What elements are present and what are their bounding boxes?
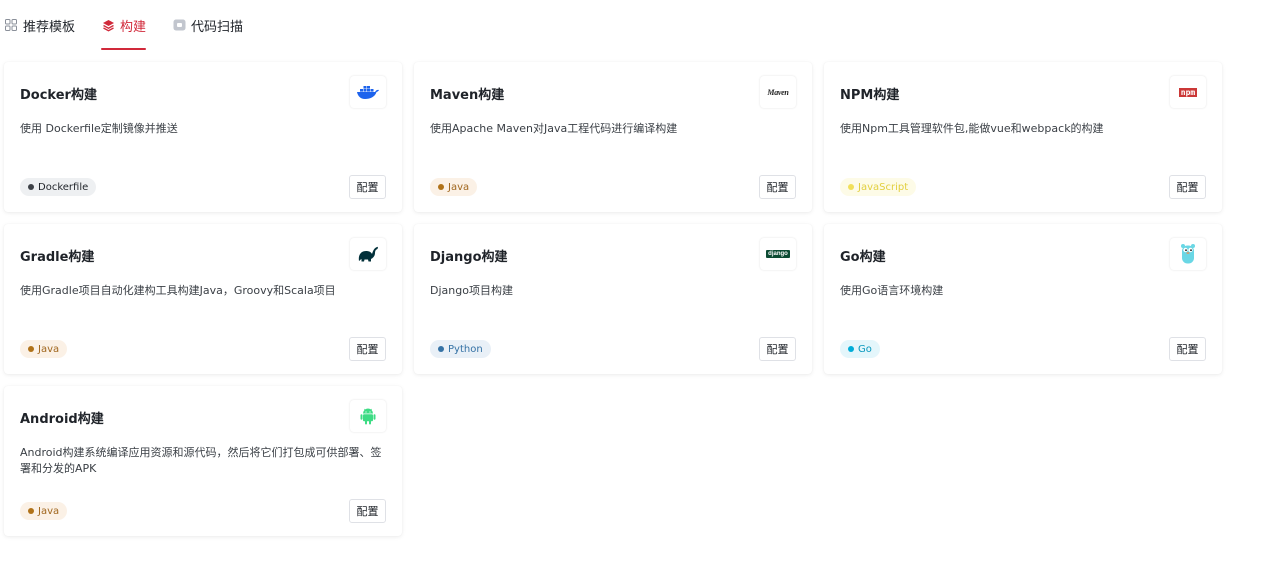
configure-button[interactable]: 配置 [349,175,386,199]
tag-dot [438,346,444,352]
docker-logo-icon [350,76,386,108]
tag-label: Java [448,181,470,193]
card-title: Maven构建 [430,88,505,103]
logo-text: npm [1178,87,1198,97]
template-card-npm: NPM构建 npm 使用Npm工具管理软件包,能做vue和webpack的构建 … [824,62,1222,212]
django-logo-icon: django [760,238,796,270]
go-logo-icon [1170,238,1206,270]
card-title: Django构建 [430,250,508,265]
tag-label: Java [38,505,60,517]
tag-dot [28,346,34,352]
template-card-gradle: Gradle构建 使用Gradle项目自动化建构工具构建Java，Groovy和… [4,224,402,374]
tag-label: Go [858,343,872,355]
card-description: 使用Go语言环境构建 [840,284,944,297]
template-card-android: Android构建 Android构建系统编译应用资源和源代码，然后将它们打包成… [4,386,402,536]
card-title: NPM构建 [840,88,900,103]
tab-build[interactable]: 构建 [101,0,147,50]
card-description: 使用 Dockerfile定制镜像并推送 [20,122,178,135]
configure-button[interactable]: 配置 [349,499,386,523]
configure-button[interactable]: 配置 [759,175,796,199]
tag-dot [848,346,854,352]
card-description: Django项目构建 [430,284,513,297]
tag-dot [28,508,34,514]
configure-button[interactable]: 配置 [759,337,796,361]
tag-label: JavaScript [858,181,909,193]
card-title: Docker构建 [20,88,97,103]
configure-button[interactable]: 配置 [1169,337,1206,361]
grid-icon [4,18,18,32]
language-tag: Java [20,340,68,358]
tag-label: Dockerfile [38,181,89,193]
tab-label: 代码扫描 [191,19,244,35]
card-description: 使用Npm工具管理软件包,能做vue和webpack的构建 [840,122,1104,135]
card-description: 使用Apache Maven对Java工程代码进行编译构建 [430,122,678,135]
tab-label: 推荐模板 [23,19,76,35]
language-tag: Dockerfile [20,178,97,196]
template-card-django: Django构建 django Django项目构建 Python 配置 [414,224,812,374]
android-logo-icon [350,400,386,432]
template-card-docker: Docker构建 使用 Dockerfile定制镜像并推送 Dockerfile… [4,62,402,212]
language-tag: Java [430,178,478,196]
language-tag: Python [430,340,491,358]
configure-button[interactable]: 配置 [349,337,386,361]
npm-logo-icon: npm [1170,76,1206,108]
tab-label: 构建 [120,19,147,35]
tab-recommended[interactable]: 推荐模板 [4,0,75,50]
scan-icon [172,18,186,32]
card-description: Android构建系统编译应用资源和源代码，然后将它们打包成可供部署、签署和分发… [20,446,382,475]
template-card-maven: Maven构建 Maven 使用Apache Maven对Java工程代码进行编… [414,62,812,212]
tab-code-scan[interactable]: 代码扫描 [172,0,243,50]
maven-logo-icon: Maven [760,76,796,108]
card-title: Go构建 [840,250,886,265]
language-tag: Java [20,502,68,520]
card-title: Gradle构建 [20,250,95,265]
card-description: 使用Gradle项目自动化建构工具构建Java，Groovy和Scala项目 [20,284,336,297]
card-title: Android构建 [20,412,104,427]
tag-label: Python [448,343,483,355]
tag-dot [848,184,854,190]
tag-dot [28,184,34,190]
configure-button[interactable]: 配置 [1169,175,1206,199]
language-tag: JavaScript [840,178,917,196]
tag-dot [438,184,444,190]
layers-icon [101,18,115,32]
template-card-go: Go构建 使用Go语言环境构建 Go 配置 [824,224,1222,374]
template-card-grid: Docker构建 使用 Dockerfile定制镜像并推送 Dockerfile… [4,62,1222,536]
tag-label: Java [38,343,60,355]
logo-text: Maven [767,87,789,97]
gradle-logo-icon [350,238,386,270]
template-tabs: 推荐模板 构建 代码扫描 [4,0,269,52]
logo-text: django [766,250,790,258]
language-tag: Go [840,340,880,358]
